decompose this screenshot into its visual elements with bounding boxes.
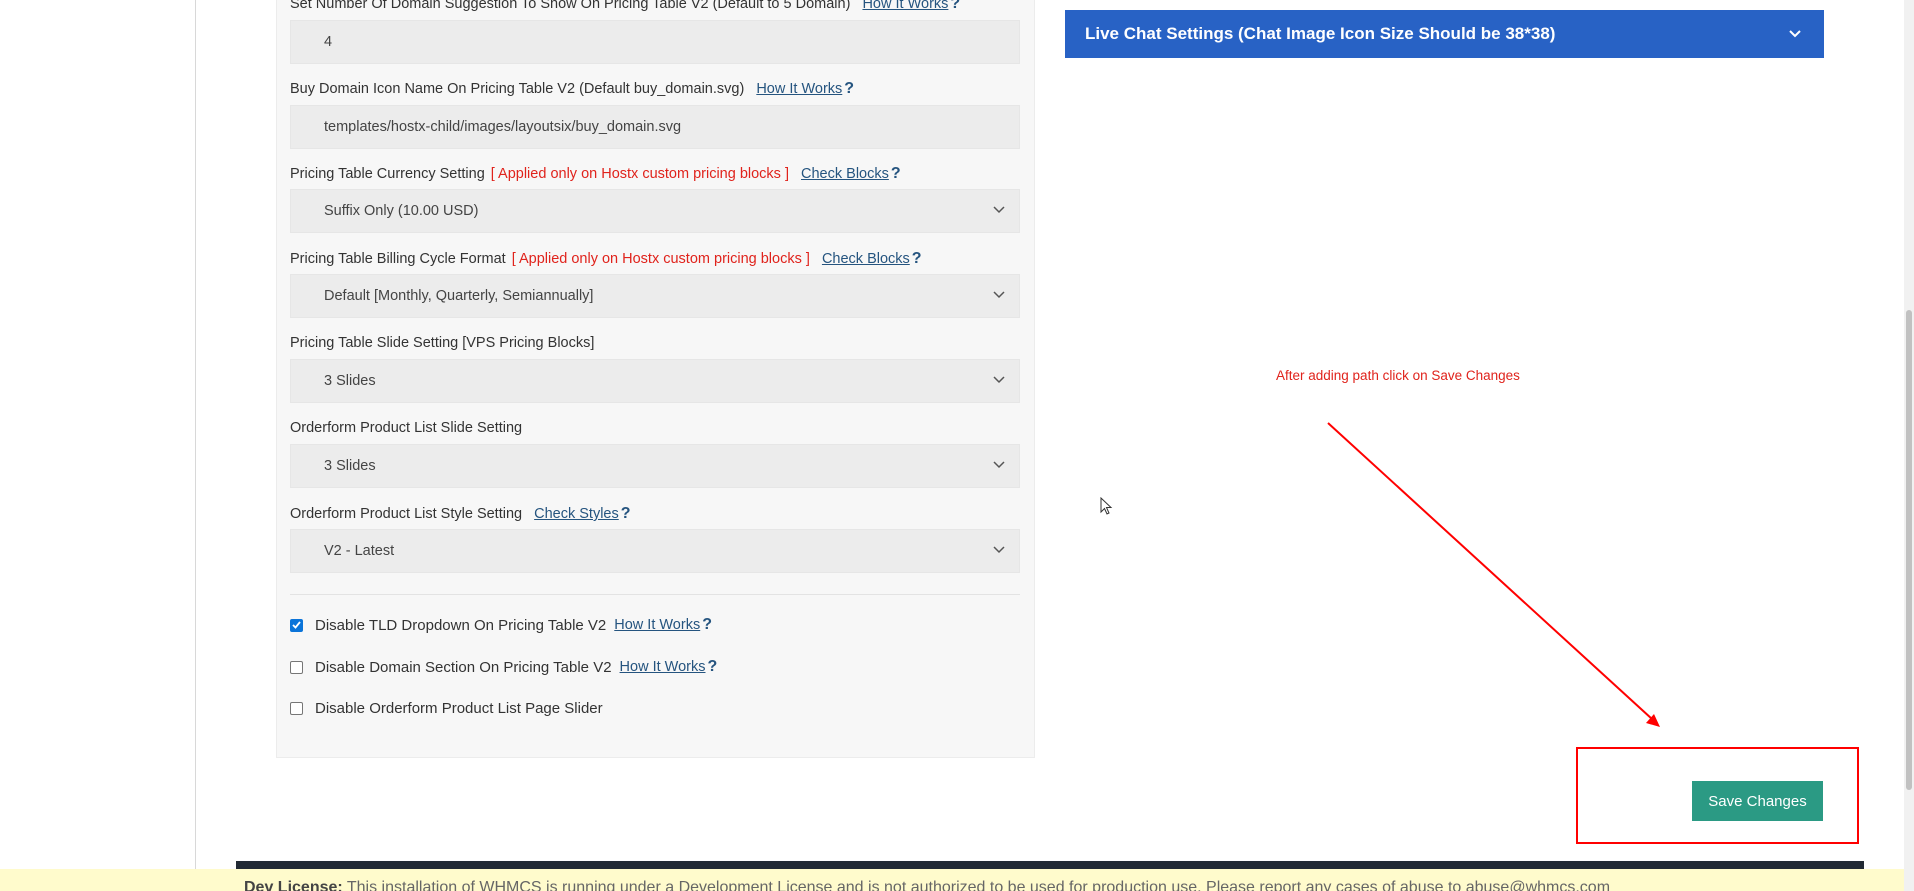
dev-license-banner: Dev License: This installation of WHMCS … <box>0 869 1914 891</box>
scrollbar-thumb[interactable] <box>1906 310 1912 790</box>
mouse-cursor-icon <box>1100 497 1113 515</box>
dev-license-prefix: Dev License: <box>244 879 343 891</box>
dev-license-text: This installation of WHMCS is running un… <box>346 879 1611 891</box>
save-changes-button[interactable]: Save Changes <box>1692 781 1823 821</box>
